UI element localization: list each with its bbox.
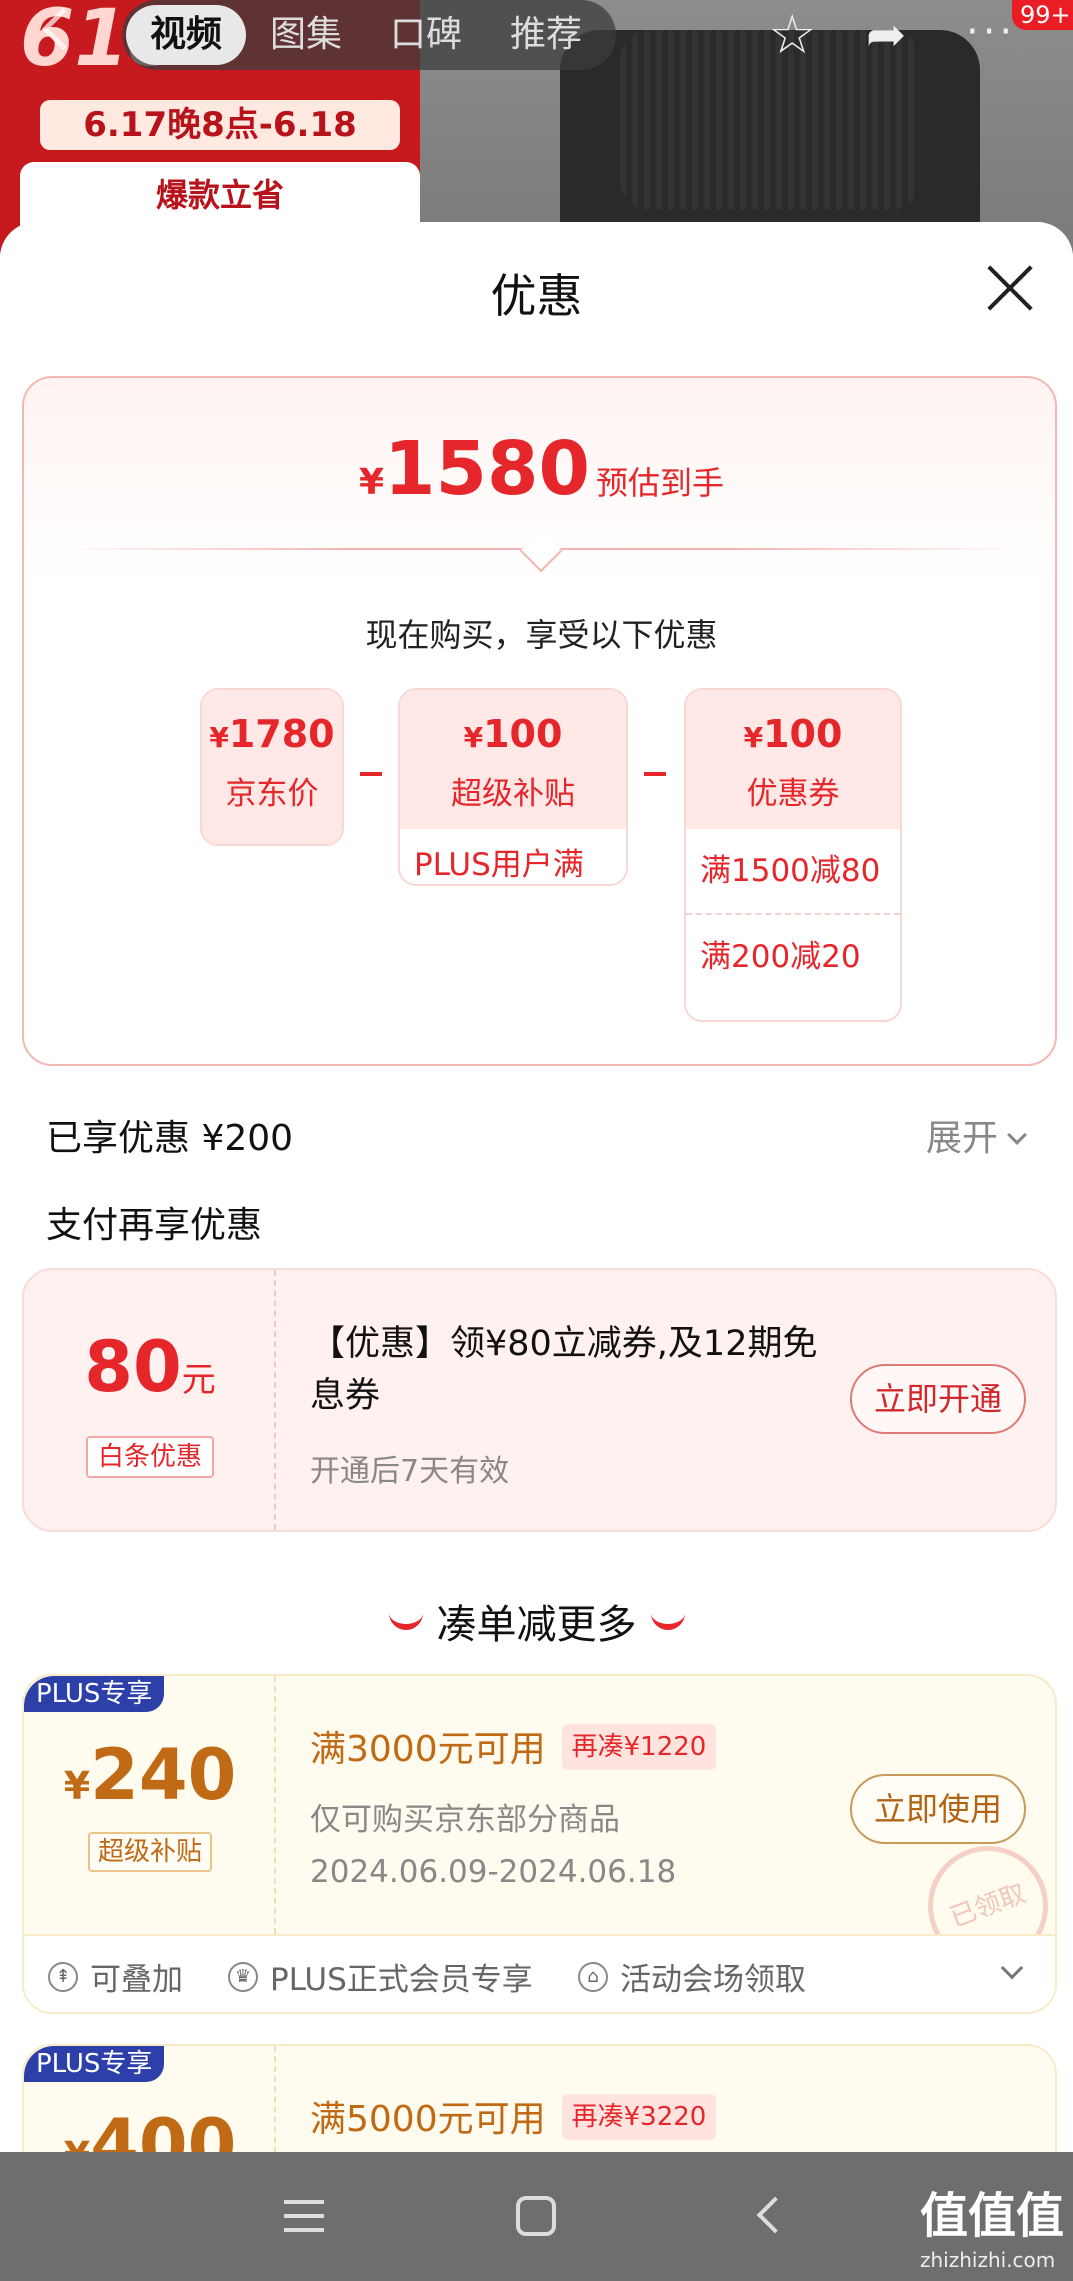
offer-description: 【优惠】领¥80立减券,及12期免息券 [310,1324,818,1416]
back-icon[interactable] [756,2196,794,2234]
price-card-rule: PLUS用户满1200减100 [414,847,584,883]
more-discount-title: 凑单减更多 [0,1592,1073,1650]
price-card-rule: 满1500减80 [700,853,881,889]
share-icon[interactable]: ➦ [866,8,906,62]
final-price-label: 预估到手 [596,464,725,502]
tab-recommend[interactable]: 推荐 [486,5,606,65]
expand-button[interactable]: 展开 [926,1109,1027,1161]
tab-gallery[interactable]: 图集 [246,5,366,65]
feature-venue: ⌂ 活动会场领取 [578,1954,806,1999]
offer-tag: 白条优惠 [86,1436,215,1478]
favorite-star-icon[interactable]: ☆ [768,8,816,62]
top-navigation: 视频 图集 口碑 推荐 ☆ ➦ ··· 99+ [0,0,1073,70]
coupon-tag: 超级补贴 [88,1832,213,1872]
media-tabs: 视频 图集 口碑 推荐 [122,0,616,70]
stack-icon: ⇞ [48,1961,78,1992]
expand-label: 展开 [926,1118,999,1159]
final-price: ¥1580 预估到手 [24,426,1059,512]
use-coupon-button[interactable]: 立即使用 [850,1774,1026,1844]
ticket-icon: ⌂ [578,1961,608,1992]
feature-stackable: ⇞ 可叠加 [48,1954,183,1999]
discount-sheet: 优惠 ¥1580预估到手 现在购买，享受以下优惠 ¥1780 京东价 ¥100 [0,222,1073,2152]
plus-badge: PLUS专享 [24,1676,165,1712]
watermark-logo: 值值值 [920,2188,1065,2244]
price-card-coupon: ¥100 优惠券 满1500减80 满200减20 [684,688,902,1022]
coupon-card: ¥400 PLUS专享 满5000元可用再凑¥3220 [22,2044,1057,2152]
coupon-amount: ¥240 [63,1734,237,1816]
watermark-url: zhizhizhi.com [920,2248,1056,2272]
sheet-title: 优惠 [490,269,583,323]
offer-left-panel: 80元 白条优惠 [24,1270,276,1530]
price-card-subsidy: ¥100 超级补贴 PLUS用户满1200减100 [398,688,628,886]
price-card-amount: ¥1780 [209,712,335,756]
pay-section-title: 支付再享优惠 [46,1205,263,1246]
price-card-amount: ¥100 [743,712,843,756]
recent-apps-icon[interactable] [284,2200,324,2232]
activate-button[interactable]: 立即开通 [850,1364,1026,1434]
sheet-body[interactable]: ¥1580 预估到手 现在购买，享受以下优惠 ¥1780 京东价 ¥100 超级补… [0,354,1073,2152]
coupon-date: 2024.06.09-2024.06.18 [310,1854,677,1890]
coupon-amount: ¥400 [64,2104,237,2152]
minus-sign [360,772,382,776]
back-icon[interactable] [41,7,85,51]
home-icon[interactable] [516,2196,556,2236]
promo-sub-text: 爆款立省 [155,176,284,214]
smile-icon [388,1613,423,1630]
final-price-currency: ¥ [358,462,385,503]
price-card-rule: 满200减20 [686,913,900,999]
coupon-gap-badge: 再凑¥1220 [561,1724,717,1770]
crown-icon: ♛ [228,1961,258,1992]
coupon-condition: 满5000元可用 再凑¥3220 [310,2090,717,2144]
coupon-left-panel: ¥240 超级补贴 [24,1676,276,1934]
tab-video[interactable]: 视频 [126,5,247,65]
price-card-jd: ¥1780 京东价 [200,688,344,846]
coupon-card: ¥240 超级补贴 PLUS专享 满3000元可用 再凑¥1220 仅可购买京东部… [22,1674,1057,2014]
final-price-amount: 1580 [384,426,590,512]
feature-plus-member: ♛ PLUS正式会员专享 [228,1954,533,1999]
price-card-name: 超级补贴 [451,776,575,812]
coupon-scope: 仅可购买京东部分商品 [310,1802,620,1838]
baitiao-offer-card: 80元 白条优惠 【优惠】领¥80立减券,及12期免息券 开通后7天有效 立即开… [22,1268,1057,1532]
minus-sign [644,772,666,776]
tab-reviews[interactable]: 口碑 [366,5,486,65]
smile-icon [650,1613,685,1630]
divider-notch [519,529,563,573]
price-card-name: 京东价 [225,776,319,812]
sheet-header: 优惠 [0,222,1073,354]
price-card-amount: ¥100 [463,712,563,756]
enjoyed-discount: 已享优惠 ¥200 [46,1118,294,1159]
coupon-condition: 满3000元可用 再凑¥1220 [310,1720,717,1774]
plus-badge: PLUS专享 [24,2046,165,2082]
chevron-down-icon[interactable] [1000,1956,1024,1980]
price-summary-box: ¥1580 预估到手 现在购买，享受以下优惠 ¥1780 京东价 ¥100 超级补… [22,376,1057,1066]
offer-amount: 80元 [84,1326,216,1408]
offer-validity: 开通后7天有效 [310,1454,510,1489]
message-badge: 99+ [1012,0,1073,30]
coupon-gap-badge: 再凑¥3220 [561,2094,717,2140]
more-icon[interactable]: ··· [966,12,1016,52]
chevron-down-icon [1007,1125,1027,1145]
system-navigation-bar: 值值值 zhizhizhi.com [0,2152,1073,2281]
price-card-name: 优惠券 [746,776,840,812]
buy-now-text: 现在购买，享受以下优惠 [365,616,718,654]
coupon-features[interactable]: ⇞ 可叠加 ♛ PLUS正式会员专享 ⌂ 活动会场领取 [24,1934,1055,2012]
promo-date: 6.17晚8点-6.18 [40,100,400,150]
close-icon[interactable] [984,262,1036,314]
